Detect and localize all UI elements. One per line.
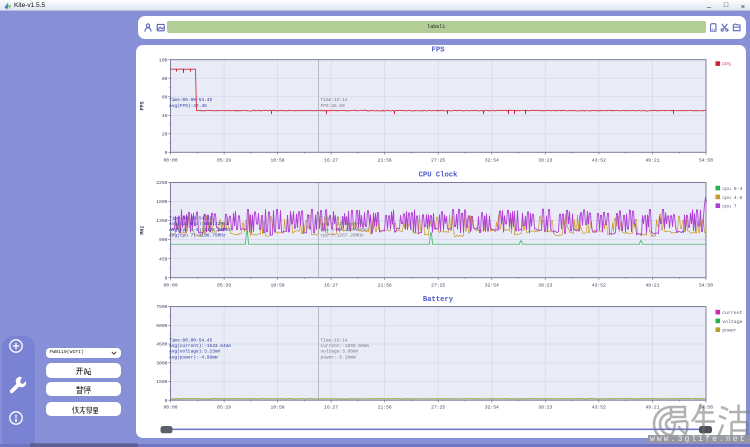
- svg-text:Avg(current):-1543.64mA: Avg(current):-1543.64mA: [169, 343, 231, 349]
- svg-text:FPS: FPS: [722, 62, 731, 68]
- svg-text:Avg(cpu 0-3):809.22MHz: Avg(cpu 0-3):809.22MHz: [169, 221, 229, 227]
- svg-text:Avg(cpu 7):1198.75MHz: Avg(cpu 7):1198.75MHz: [169, 233, 226, 239]
- svg-text:16:27: 16:27: [324, 157, 338, 163]
- svg-text:40: 40: [162, 113, 168, 119]
- svg-text:0: 0: [165, 150, 168, 156]
- svg-text:0: 0: [165, 398, 168, 404]
- svg-text:60: 60: [162, 94, 168, 100]
- svg-text:32:54: 32:54: [485, 157, 499, 163]
- svg-text:cpu 4-6:1113.60MHz: cpu 4-6:1113.60MHz: [321, 227, 370, 233]
- svg-text:Time:00.00-54.45: Time:00.00-54.45: [169, 216, 213, 222]
- svg-text:10:58: 10:58: [271, 282, 285, 288]
- svg-text:05:29: 05:29: [217, 157, 231, 163]
- svg-text:43:52: 43:52: [592, 282, 606, 288]
- svg-text:1500: 1500: [156, 379, 167, 385]
- svg-text:current:-1699.00mA: current:-1699.00mA: [321, 343, 370, 349]
- svg-text:49:21: 49:21: [645, 157, 659, 163]
- svg-text:MHz: MHz: [140, 226, 146, 235]
- svg-text:16:27: 16:27: [324, 405, 338, 411]
- svg-text:power:-5.10mW: power:-5.10mW: [321, 354, 356, 360]
- svg-text:00:00: 00:00: [163, 157, 177, 163]
- svg-text:0: 0: [165, 275, 168, 281]
- svg-text:Avg(power):-4.98mW: Avg(power):-4.98mW: [169, 354, 218, 360]
- svg-text:10:58: 10:58: [271, 157, 285, 163]
- svg-text:27:25: 27:25: [431, 157, 445, 163]
- svg-text:900: 900: [159, 237, 168, 243]
- svg-text:00:00: 00:00: [163, 282, 177, 288]
- svg-text:voltage: voltage: [722, 319, 742, 325]
- svg-text:7500: 7500: [156, 304, 167, 310]
- svg-text:38:23: 38:23: [538, 157, 552, 163]
- svg-text:Avg(cpu 4-6):1136.40MHz: Avg(cpu 4-6):1136.40MHz: [169, 227, 231, 233]
- svg-text:38:23: 38:23: [538, 282, 552, 288]
- svg-text:49:21: 49:21: [645, 282, 659, 288]
- svg-text:00:00: 00:00: [163, 405, 177, 411]
- svg-text:FPS: FPS: [140, 101, 146, 110]
- svg-text:current: current: [722, 310, 742, 316]
- svg-text:Battery: Battery: [423, 296, 454, 304]
- svg-text:CPU Clock: CPU Clock: [419, 172, 459, 180]
- svg-text:6000: 6000: [156, 323, 167, 329]
- svg-text:power: power: [722, 329, 737, 334]
- svg-text:Time:00.00-54.45: Time:00.00-54.45: [169, 97, 213, 103]
- svg-text:450: 450: [159, 256, 168, 262]
- svg-text:4500: 4500: [156, 342, 167, 348]
- svg-text:27:25: 27:25: [431, 282, 445, 288]
- svg-text:10:58: 10:58: [271, 405, 285, 411]
- svg-text:32:54: 32:54: [485, 282, 499, 288]
- svg-text:cpu 7: cpu 7: [722, 204, 737, 210]
- svg-text:05:29: 05:29: [217, 282, 231, 288]
- svg-text:cpu 7:1267.20MHz: cpu 7:1267.20MHz: [321, 233, 365, 239]
- svg-text:cpu 0-3: cpu 0-3: [722, 186, 742, 192]
- svg-text:16:27: 16:27: [324, 282, 338, 288]
- svg-text:Time:15:14: Time:15:14: [321, 216, 348, 222]
- svg-text:54:50: 54:50: [699, 282, 713, 288]
- svg-text:80: 80: [162, 76, 168, 82]
- svg-text:FPS:45.60: FPS:45.60: [321, 103, 346, 109]
- svg-text:43:52: 43:52: [592, 157, 606, 163]
- svg-text:43:52: 43:52: [592, 405, 606, 411]
- svg-text:Avg(voltage):3.23mV: Avg(voltage):3.23mV: [169, 349, 221, 355]
- svg-text:voltage:3.00mV: voltage:3.00mV: [321, 349, 359, 355]
- svg-text:21:56: 21:56: [378, 282, 392, 288]
- svg-text:21:56: 21:56: [378, 157, 392, 163]
- svg-text:FPS: FPS: [432, 47, 446, 55]
- svg-text:1350: 1350: [156, 218, 167, 224]
- svg-text:05:29: 05:29: [217, 405, 231, 411]
- svg-text:32:54: 32:54: [485, 405, 499, 411]
- svg-text:3000: 3000: [156, 360, 167, 366]
- svg-text:Time:00.00-54.45: Time:00.00-54.45: [169, 337, 213, 343]
- svg-text:54:50: 54:50: [699, 157, 713, 163]
- svg-text:27:25: 27:25: [431, 405, 445, 411]
- svg-text:Time:15:14: Time:15:14: [321, 337, 348, 343]
- svg-text:cpu 0-3:800.00MHz: cpu 0-3:800.00MHz: [321, 221, 367, 227]
- svg-text:2250: 2250: [156, 180, 167, 186]
- svg-text:100: 100: [159, 57, 168, 63]
- svg-text:Time:15:14: Time:15:14: [321, 97, 348, 103]
- svg-text:20: 20: [162, 131, 168, 137]
- svg-text:Avg(FPS):47.45: Avg(FPS):47.45: [169, 103, 207, 109]
- svg-text:1800: 1800: [156, 199, 167, 205]
- svg-text:21:56: 21:56: [378, 405, 392, 411]
- svg-text:38:23: 38:23: [538, 405, 552, 411]
- svg-text:cpu 4-6: cpu 4-6: [722, 195, 742, 201]
